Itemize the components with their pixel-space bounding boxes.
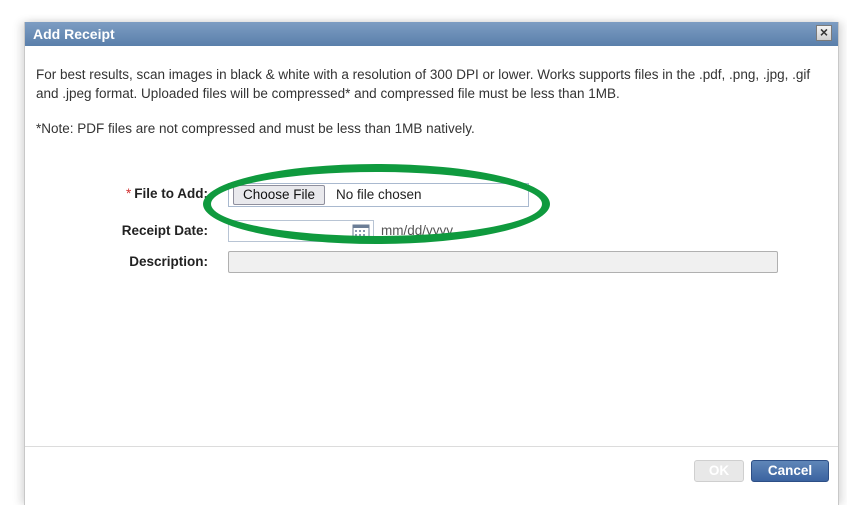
choose-file-button[interactable]: Choose File	[233, 185, 325, 205]
description-input[interactable]	[228, 251, 778, 273]
cancel-button[interactable]: Cancel	[751, 460, 829, 482]
file-input[interactable]: Choose File No file chosen	[228, 183, 529, 207]
dialog-titlebar: Add Receipt ×	[25, 22, 838, 46]
close-icon[interactable]: ×	[816, 25, 832, 41]
file-status-text: No file chosen	[336, 187, 422, 202]
pdf-note: *Note: PDF files are not compressed and …	[36, 121, 475, 136]
upload-instructions: For best results, scan images in black &…	[36, 67, 811, 101]
ok-button[interactable]: OK	[694, 460, 744, 482]
file-to-add-label-text: File to Add:	[134, 186, 208, 201]
dialog-title: Add Receipt	[33, 26, 115, 42]
date-format-hint: mm/dd/yyyy	[381, 223, 454, 238]
footer-divider	[25, 446, 838, 447]
receipt-date-label: Receipt Date:	[121, 223, 208, 238]
add-receipt-dialog: Add Receipt × For best results, scan ima…	[24, 22, 839, 505]
description-label: Description:	[129, 254, 208, 269]
required-indicator: *	[125, 186, 132, 201]
calendar-icon[interactable]	[352, 223, 370, 239]
file-to-add-label: * File to Add:	[126, 186, 208, 201]
